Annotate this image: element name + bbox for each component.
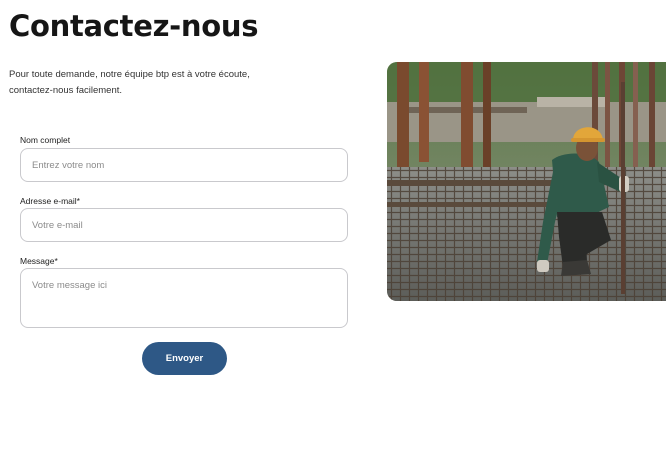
name-field-label: Nom complet (20, 135, 71, 145)
email-field-label: Adresse e-mail* (20, 196, 80, 206)
intro-line-1: Pour toute demande, notre équipe btp est… (9, 69, 250, 80)
message-field[interactable] (20, 268, 348, 328)
intro-text: Pour toute demande, notre équipe btp est… (9, 67, 309, 99)
email-field[interactable] (20, 208, 348, 242)
page-title: Contactez-nous (9, 9, 259, 43)
construction-worker-photo (387, 62, 666, 301)
intro-line-2: contactez-nous facilement. (9, 85, 123, 96)
construction-worker-illustration (387, 62, 666, 301)
message-field-label: Message* (20, 256, 58, 266)
name-field[interactable] (20, 148, 348, 182)
submit-button[interactable]: Envoyer (142, 342, 227, 375)
